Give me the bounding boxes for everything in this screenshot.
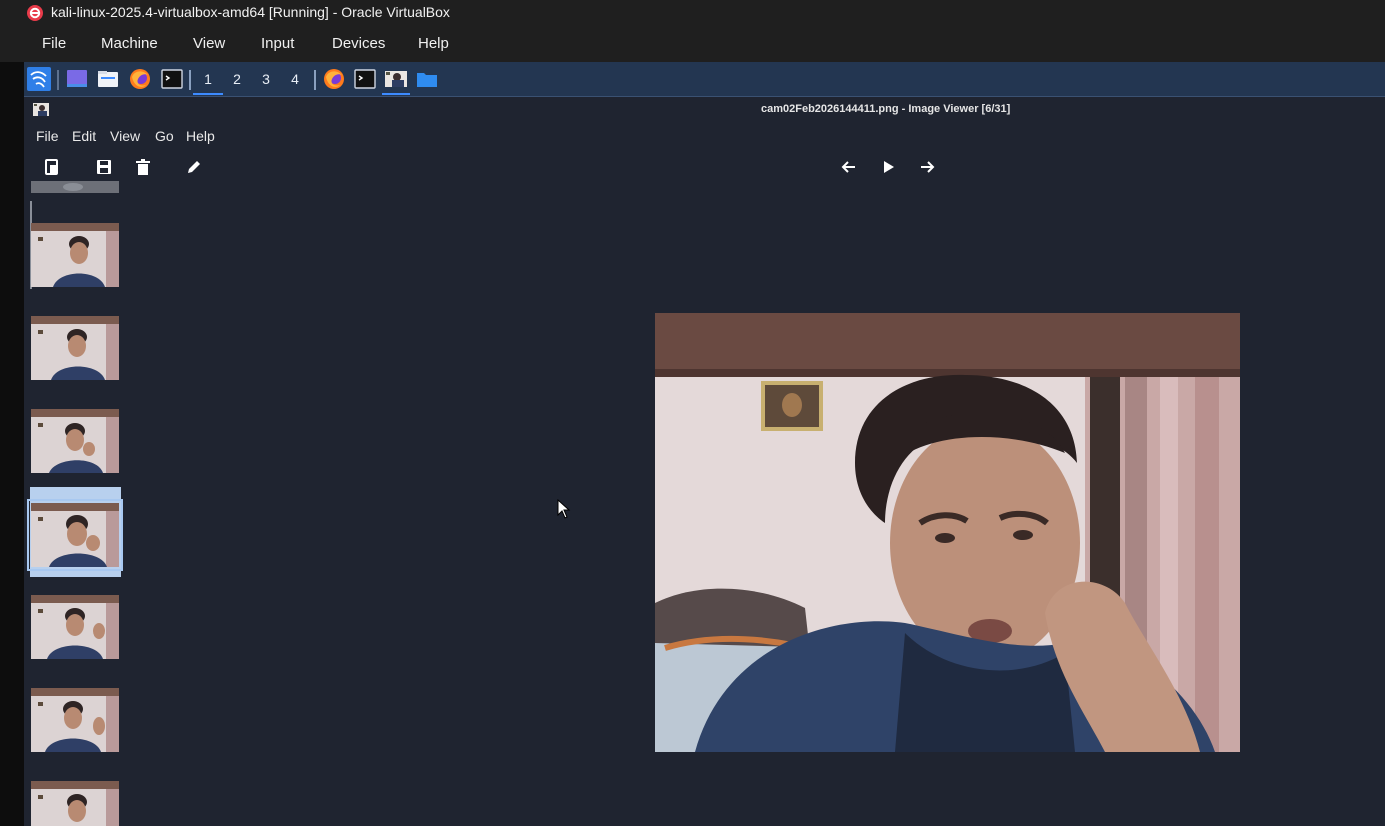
image-viewer-window: cam02Feb2026144411.png - Image Viewer [6… [24, 97, 1385, 826]
play-icon[interactable] [878, 157, 898, 177]
vm-display-border [0, 62, 24, 826]
panel-separator [189, 70, 191, 90]
vb-menu-devices[interactable]: Devices [332, 35, 385, 52]
window-title: kali-linux-2025.4-virtualbox-amd64 [Runn… [51, 4, 450, 20]
edit-icon[interactable] [184, 157, 204, 177]
thumbnail-photo [31, 688, 119, 752]
save-icon[interactable] [94, 157, 114, 177]
thumbnail-strip[interactable] [24, 181, 134, 826]
thumbnail-photo [31, 409, 119, 473]
back-arrow-icon[interactable] [839, 157, 859, 177]
firefox-task-icon[interactable] [322, 67, 346, 91]
thumbnail-photo [31, 316, 119, 380]
vb-menu-file[interactable]: File [42, 35, 66, 52]
kali-menu-icon[interactable] [27, 67, 51, 91]
virtualbox-menubar: File Machine View Input Devices Help [0, 26, 1385, 62]
folder-task-icon[interactable] [415, 67, 439, 91]
vb-menu-help[interactable]: Help [418, 35, 449, 52]
virtualbox-logo-icon [27, 5, 43, 21]
workspace-3-button[interactable]: 3 [253, 68, 279, 90]
viewer-window-title: cam02Feb2026144411.png - Image Viewer [6… [761, 103, 1011, 115]
thumbnail-photo [31, 781, 119, 826]
image-viewer-app-icon [33, 103, 49, 116]
desktop-icon[interactable] [65, 67, 89, 91]
image-viewer-task-button[interactable] [382, 67, 410, 95]
workspace-4-button[interactable]: 4 [282, 68, 308, 90]
viewer-titlebar[interactable]: cam02Feb2026144411.png - Image Viewer [6… [24, 97, 1385, 123]
workspace-1-button[interactable]: 1 [193, 68, 223, 95]
thumbnail-item[interactable] [31, 688, 119, 752]
terminal-task-icon[interactable] [353, 67, 377, 91]
file-manager-icon[interactable] [96, 67, 120, 91]
image-viewer-task-icon [385, 71, 407, 87]
thumbnail-item[interactable] [31, 223, 119, 287]
webcam-photo [655, 313, 1240, 752]
open-icon[interactable] [42, 157, 62, 177]
vb-menu-input[interactable]: Input [261, 35, 294, 52]
viewer-menu-help[interactable]: Help [186, 128, 215, 144]
mouse-cursor-icon [557, 499, 571, 519]
thumbnail-photo [31, 503, 119, 567]
thumbnail-photo [31, 595, 119, 659]
terminal-icon[interactable] [160, 67, 184, 91]
viewer-menu-go[interactable]: Go [155, 128, 174, 144]
vb-menu-view[interactable]: View [193, 35, 225, 52]
panel-separator [57, 70, 59, 90]
viewer-toolbar [24, 153, 1385, 181]
main-image-display[interactable] [655, 313, 1240, 752]
thumbnail-item-selected[interactable] [27, 499, 123, 571]
thumbnail-photo [31, 181, 119, 193]
workspace-2-button[interactable]: 2 [224, 68, 250, 90]
kali-top-panel: 1 2 3 4 [24, 62, 1385, 97]
firefox-icon[interactable] [128, 67, 152, 91]
viewer-menu-file[interactable]: File [36, 128, 59, 144]
thumbnail-item[interactable] [31, 781, 119, 826]
virtualbox-titlebar: kali-linux-2025.4-virtualbox-amd64 [Runn… [0, 0, 1385, 26]
viewer-menu-edit[interactable]: Edit [72, 128, 96, 144]
delete-icon[interactable] [133, 157, 153, 177]
panel-separator [314, 70, 316, 90]
vb-menu-machine[interactable]: Machine [101, 35, 158, 52]
viewer-menu-view[interactable]: View [110, 128, 140, 144]
thumbnail-item[interactable] [31, 595, 119, 659]
forward-arrow-icon[interactable] [917, 157, 937, 177]
thumbnail-item[interactable] [31, 316, 119, 380]
thumbnail-photo [31, 223, 119, 287]
thumbnail-item[interactable] [31, 409, 119, 473]
thumbnail-item[interactable] [31, 181, 119, 193]
